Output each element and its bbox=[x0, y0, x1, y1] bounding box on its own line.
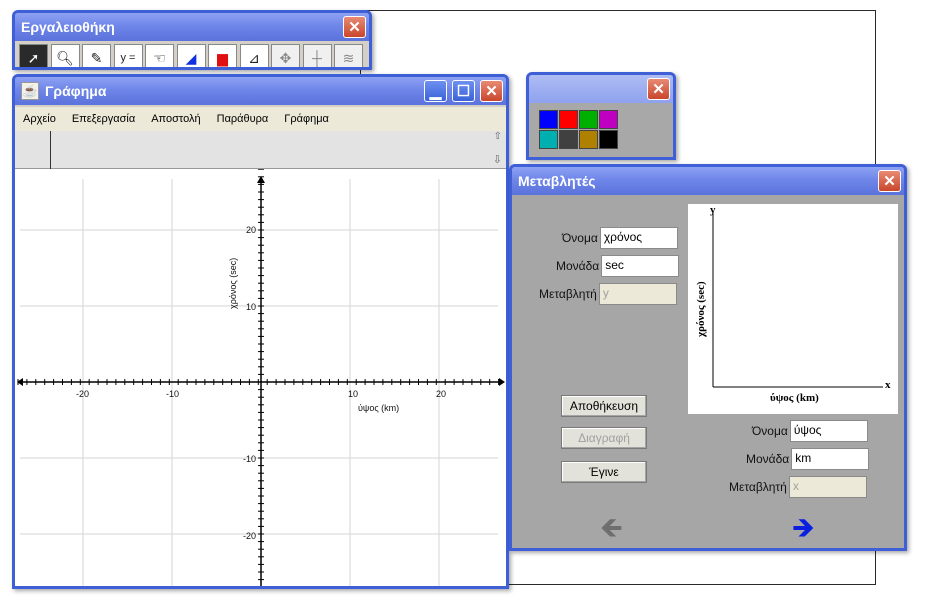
pencil-icon[interactable]: ✎ bbox=[82, 44, 111, 67]
maximize-button[interactable]: ☐ bbox=[452, 80, 475, 102]
x-name-field[interactable]: ύψος bbox=[789, 420, 868, 442]
move-arrows-icon[interactable]: ✥ bbox=[271, 44, 300, 67]
x-var-label: Μεταβλητή bbox=[729, 480, 787, 494]
y-var-label: Μεταβλητή bbox=[539, 287, 597, 301]
color-palette-window: ✕ bbox=[526, 72, 676, 160]
graph-plot[interactable] bbox=[15, 169, 506, 589]
graph-window: ☕ Γράφημα ▁ ☐ ✕ Αρχείο Επεξεργασία Αποστ… bbox=[12, 74, 509, 589]
desktop: Εργαλειοθήκη ✕ ➚ 🔍︎ ✎ y = ☜ ◢ ▆ ⊿ ✥ ┼ ≋ ☕ Γράφημα … bbox=[0, 0, 926, 596]
x-var-field: x bbox=[788, 476, 867, 498]
toolbox-titlebar[interactable]: Εργαλειοθήκη bbox=[15, 13, 369, 41]
x-unit-label: Μονάδα bbox=[746, 452, 790, 466]
menu-windows[interactable]: Παράθυρα bbox=[217, 113, 269, 125]
graph-toolbar: ⇧ ⇩ bbox=[15, 131, 506, 169]
variables-title: Μεταβλητές bbox=[518, 173, 596, 189]
x-name-label: Όνομα bbox=[752, 424, 788, 438]
scroll-down-icon[interactable]: ⇩ bbox=[493, 153, 502, 166]
java-app-icon: ☕ bbox=[21, 82, 39, 100]
x-tick-label: 20 bbox=[436, 389, 447, 399]
x-unit-field[interactable]: km bbox=[791, 448, 870, 470]
color-swatch[interactable] bbox=[599, 110, 618, 129]
menu-graph[interactable]: Γράφημα bbox=[284, 113, 329, 125]
menu-edit[interactable]: Επεξεργασία bbox=[72, 113, 135, 125]
y-unit-field[interactable]: sec bbox=[601, 255, 680, 277]
magnifier-icon[interactable]: 🔍︎ bbox=[50, 44, 80, 67]
y-tick-label: 20 bbox=[246, 225, 257, 235]
menu-bar: Αρχείο Επεξεργασία Αποστολή Παράθυρα Γρά… bbox=[15, 107, 506, 131]
toolbox-window: Εργαλειοθήκη ✕ ➚ 🔍︎ ✎ y = ☜ ◢ ▆ ⊿ ✥ ┼ ≋ bbox=[12, 10, 372, 70]
y-name-field[interactable]: χρόνος bbox=[599, 227, 678, 249]
color-swatch[interactable] bbox=[559, 110, 578, 129]
preview-x-label: ύψος (km) bbox=[770, 392, 819, 404]
y-unit-label: Μονάδα bbox=[556, 259, 600, 273]
toolbar-divider bbox=[50, 131, 51, 169]
variables-close-button[interactable]: ✕ bbox=[878, 170, 901, 192]
scroll-up-icon[interactable]: ⇧ bbox=[494, 131, 502, 142]
y-name-row: Όνομα χρόνος bbox=[562, 227, 678, 249]
preview-y-letter: y bbox=[710, 204, 716, 216]
graph-canvas[interactable]: -20 -10 10 20 20 10 -10 -20 ύψος (km) χρ… bbox=[15, 169, 506, 586]
y-tick-label: 10 bbox=[246, 302, 257, 312]
arrow-pointer-icon[interactable]: ➚ bbox=[19, 44, 48, 67]
y-tick-label: -10 bbox=[243, 454, 257, 464]
x-tick-label: 10 bbox=[348, 389, 359, 399]
graph-title: Γράφημα bbox=[45, 83, 107, 99]
x-tick-label: -10 bbox=[166, 389, 180, 399]
ruler-icon[interactable]: ⊿ bbox=[239, 44, 269, 67]
y-unit-row: Μονάδα sec bbox=[556, 255, 680, 277]
minimize-button[interactable]: ▁ bbox=[424, 80, 447, 102]
x-tick-label: -20 bbox=[76, 389, 90, 399]
y-var-field: y bbox=[598, 283, 677, 305]
color-swatch[interactable] bbox=[599, 130, 618, 149]
y-var-row: Μεταβλητή y bbox=[539, 283, 677, 305]
menu-file[interactable]: Αρχείο bbox=[23, 113, 56, 125]
variables-window: Μεταβλητές ✕ Όνομα χρόνος Μονάδα sec Μετ… bbox=[509, 164, 907, 551]
save-button[interactable]: Αποθήκευση bbox=[561, 395, 647, 417]
axes-preview: y x ύψος (km) χρόνος (sec) bbox=[688, 204, 898, 414]
y-tick-label: -20 bbox=[243, 531, 257, 541]
y-name-label: Όνομα bbox=[562, 231, 598, 245]
previous-arrow-icon: 🡸 bbox=[600, 512, 623, 543]
toolbox-title: Εργαλειοθήκη bbox=[21, 19, 115, 35]
color-swatch[interactable] bbox=[559, 130, 578, 149]
x-var-row: Μεταβλητή x bbox=[729, 476, 867, 498]
delete-button: Διαγραφή bbox=[561, 427, 647, 449]
next-arrow-icon[interactable]: 🡺 bbox=[792, 514, 815, 542]
x-axis-arrow-right bbox=[499, 378, 505, 386]
hand-icon[interactable]: ☜ bbox=[145, 44, 174, 67]
done-button[interactable]: Έγινε bbox=[561, 461, 647, 483]
toolbox-close-button[interactable]: ✕ bbox=[343, 16, 366, 38]
x-axis-label: ύψος (km) bbox=[358, 403, 400, 413]
axes-preview-drawing bbox=[712, 212, 883, 388]
x-unit-row: Μονάδα km bbox=[746, 448, 870, 470]
spring-icon[interactable]: ≋ bbox=[334, 44, 363, 67]
palette-close-button[interactable]: ✕ bbox=[647, 78, 670, 100]
crosshair-icon[interactable]: ┼ bbox=[302, 44, 332, 67]
color-swatch[interactable] bbox=[539, 130, 558, 149]
preview-y-label: χρόνος (sec) bbox=[695, 281, 707, 337]
graph-close-button[interactable]: ✕ bbox=[480, 80, 503, 102]
bar-chart-icon[interactable]: ▆ bbox=[208, 44, 237, 67]
preview-x-letter: x bbox=[885, 379, 891, 391]
y-axis-label: χρόνος (sec) bbox=[228, 257, 238, 309]
menu-send[interactable]: Αποστολή bbox=[151, 113, 200, 125]
x-name-row: Όνομα ύψος bbox=[752, 420, 868, 442]
color-swatch[interactable] bbox=[539, 110, 558, 129]
color-swatch[interactable] bbox=[579, 130, 598, 149]
variables-titlebar[interactable]: Μεταβλητές bbox=[512, 167, 904, 195]
color-swatch[interactable] bbox=[579, 110, 598, 129]
triangle-icon[interactable]: ◢ bbox=[176, 44, 206, 67]
equation-icon[interactable]: y = bbox=[113, 44, 143, 67]
